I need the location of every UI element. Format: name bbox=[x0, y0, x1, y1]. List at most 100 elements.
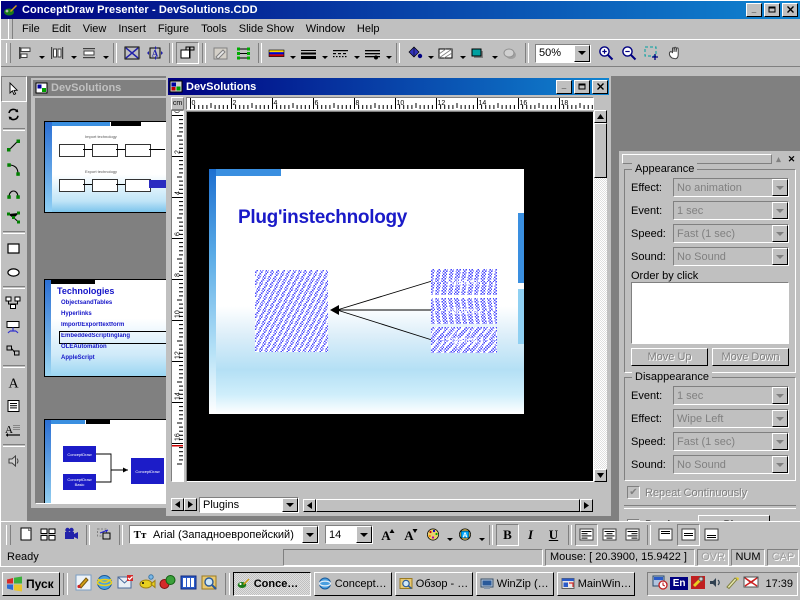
fill-bucket-icon[interactable] bbox=[403, 42, 426, 64]
disappearance-sound-combo[interactable]: No Sound bbox=[673, 455, 789, 474]
background-document-window[interactable]: DevSolutions Import technology Export te… bbox=[31, 78, 173, 508]
quicklaunch-media-icon[interactable] bbox=[158, 573, 177, 595]
horizontal-scroll-track[interactable] bbox=[316, 499, 580, 512]
underline-button[interactable]: U bbox=[542, 524, 565, 546]
menu-grip[interactable] bbox=[8, 19, 13, 39]
move-up-button[interactable]: Move Up bbox=[631, 348, 708, 366]
italic-button[interactable]: I bbox=[519, 524, 542, 546]
line-weight-dropdown[interactable] bbox=[320, 42, 329, 64]
font-name-arrow[interactable] bbox=[302, 526, 318, 543]
font-color-dropdown[interactable] bbox=[445, 524, 454, 546]
thumbnail-slide-3[interactable]: ConceptDraw ConceptDraw Basic ConceptDra… bbox=[44, 419, 169, 504]
vertical-ruler[interactable]: 0246810121416 bbox=[171, 110, 184, 482]
menu-view[interactable]: View bbox=[77, 21, 113, 37]
slide-sorter-icon[interactable] bbox=[37, 524, 60, 546]
rotate-icon[interactable] bbox=[1, 102, 25, 126]
appearance-effect-arrow[interactable] bbox=[772, 179, 788, 196]
shadow-color-dropdown[interactable] bbox=[490, 42, 499, 64]
appearance-sound-arrow[interactable] bbox=[772, 248, 788, 265]
disappearance-effect-arrow[interactable] bbox=[772, 410, 788, 427]
close-button[interactable] bbox=[782, 3, 798, 17]
disappearance-event-arrow[interactable] bbox=[772, 387, 788, 404]
pattern-icon[interactable] bbox=[435, 42, 458, 64]
font-color-icon[interactable] bbox=[422, 524, 445, 546]
pan-hand-icon[interactable] bbox=[663, 42, 686, 64]
horizontal-ruler[interactable]: 02468101214161820 bbox=[186, 97, 594, 110]
align-top-icon[interactable] bbox=[654, 524, 677, 546]
thumbnail-slide-2[interactable]: Technologies ObjectsandTables Hyperlinks… bbox=[44, 279, 169, 377]
line-arrow-icon[interactable] bbox=[361, 42, 384, 64]
menu-edit[interactable]: Edit bbox=[46, 21, 77, 37]
thumbnail-slide-1[interactable]: Import technology Export technology bbox=[44, 121, 169, 213]
zoom-combo[interactable]: 50% bbox=[535, 44, 591, 63]
document-maximize-button[interactable] bbox=[574, 80, 590, 94]
slideshow-camera-icon[interactable] bbox=[60, 524, 83, 546]
page-tab-dropdown-arrow[interactable] bbox=[282, 498, 298, 512]
tab-prev-button[interactable] bbox=[171, 498, 184, 511]
taskbar-button-winzip[interactable]: WinZip (… bbox=[476, 572, 554, 596]
move-down-button[interactable]: Move Down bbox=[712, 348, 789, 366]
shape-pair-icon[interactable] bbox=[1, 339, 25, 363]
fill-color-icon[interactable] bbox=[265, 42, 288, 64]
distribute-horizontal-icon[interactable] bbox=[46, 42, 69, 64]
slide-target-block-1[interactable]: Solution1 bbox=[431, 269, 497, 295]
vertical-scroll-thumb[interactable] bbox=[594, 123, 607, 178]
slide-target-block-3[interactable]: Solution3 bbox=[431, 327, 497, 353]
new-slide-icon[interactable] bbox=[14, 524, 37, 546]
page-tab-combo[interactable]: Plugins bbox=[199, 497, 299, 513]
repeat-continuously-row[interactable]: ✔ Repeat Continuously bbox=[627, 486, 793, 499]
slide[interactable]: Plug'instechnology Solution1 Solution2 S… bbox=[209, 169, 524, 414]
scroll-down-button[interactable] bbox=[594, 469, 607, 482]
appearance-speed-arrow[interactable] bbox=[772, 225, 788, 242]
quicklaunch-outlook-icon[interactable] bbox=[116, 573, 135, 595]
tray-volume-icon[interactable] bbox=[708, 575, 723, 593]
rectangle-icon[interactable] bbox=[1, 236, 25, 260]
bring-to-front-icon[interactable] bbox=[176, 42, 199, 64]
quicklaunch-paint-icon[interactable] bbox=[74, 573, 93, 595]
text-block-icon[interactable] bbox=[1, 394, 25, 418]
align-text-center-icon[interactable] bbox=[598, 524, 621, 546]
quicklaunch-explorer-books-icon[interactable] bbox=[179, 573, 198, 595]
canvas-vertical-scrollbar[interactable] bbox=[594, 110, 607, 482]
text-icon[interactable]: A bbox=[1, 370, 25, 394]
repeat-continuously-checkbox[interactable]: ✔ bbox=[627, 486, 640, 499]
grow-font-icon[interactable]: A bbox=[376, 524, 399, 546]
quicklaunch-ie-icon[interactable] bbox=[95, 573, 114, 595]
line-style-icon[interactable] bbox=[329, 42, 352, 64]
line-icon[interactable] bbox=[1, 133, 25, 157]
disappearance-event-combo[interactable]: 1 sec bbox=[673, 386, 789, 405]
shrink-font-icon[interactable]: A bbox=[399, 524, 422, 546]
fill-color-dropdown[interactable] bbox=[288, 42, 297, 64]
align-bottom-icon[interactable] bbox=[700, 524, 723, 546]
pen-icon[interactable] bbox=[209, 42, 232, 64]
appearance-speed-combo[interactable]: Fast (1 sec) bbox=[673, 224, 789, 243]
ellipse-icon[interactable] bbox=[1, 260, 25, 284]
tray-mail-icon[interactable] bbox=[743, 575, 759, 592]
zoom-out-icon[interactable] bbox=[617, 42, 640, 64]
document-minimize-button[interactable]: _ bbox=[556, 80, 572, 94]
align-left-icon[interactable] bbox=[14, 42, 37, 64]
line-style-dropdown[interactable] bbox=[352, 42, 361, 64]
start-button[interactable]: Пуск bbox=[2, 572, 60, 596]
menu-file[interactable]: File bbox=[16, 21, 46, 37]
font-name-combo[interactable]: Tт Arial (Западноевропейский) bbox=[129, 525, 319, 544]
menu-tools[interactable]: Tools bbox=[195, 21, 233, 37]
highlight-color-dropdown[interactable] bbox=[477, 524, 486, 546]
align-text-left-icon[interactable] bbox=[575, 524, 598, 546]
vertical-scroll-track[interactable] bbox=[594, 123, 607, 469]
menu-insert[interactable]: Insert bbox=[112, 21, 152, 37]
distribute-vertical-icon[interactable] bbox=[78, 42, 101, 64]
shadow-color-icon[interactable] bbox=[467, 42, 490, 64]
highlight-color-icon[interactable]: A bbox=[454, 524, 477, 546]
minimize-button[interactable]: _ bbox=[746, 3, 762, 17]
zoom-area-icon[interactable] bbox=[640, 42, 663, 64]
canvas-horizontal-scrollbar[interactable] bbox=[303, 499, 593, 512]
disappearance-sound-arrow[interactable] bbox=[772, 456, 788, 473]
toolbar-grip[interactable] bbox=[6, 43, 11, 63]
align-left-dropdown[interactable] bbox=[37, 42, 46, 64]
distribute-vertical-dropdown[interactable] bbox=[101, 42, 110, 64]
fill-bucket-dropdown[interactable] bbox=[426, 42, 435, 64]
slide-canvas[interactable]: Plug'instechnology Solution1 Solution2 S… bbox=[186, 111, 594, 482]
bold-button[interactable]: B bbox=[496, 524, 519, 546]
align-middle-icon[interactable] bbox=[677, 524, 700, 546]
